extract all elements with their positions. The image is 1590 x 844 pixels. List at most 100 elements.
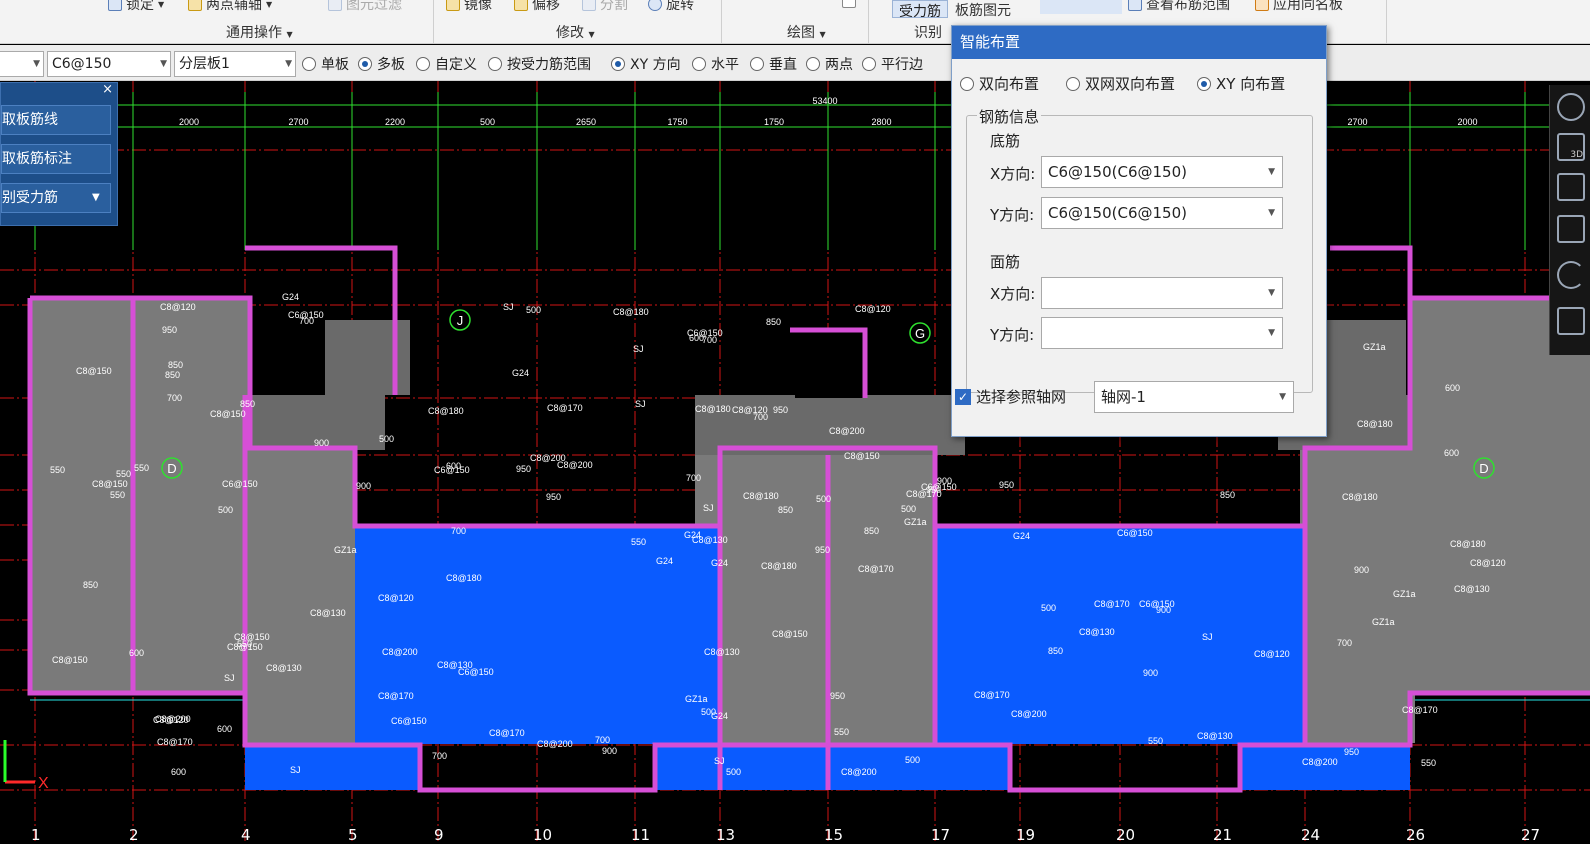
- rebar-annotation: 850: [168, 360, 183, 370]
- dimension-text: 2200: [385, 117, 405, 127]
- rebar-annotation: G24: [1013, 531, 1030, 541]
- mirror-button[interactable]: 镜像: [446, 0, 492, 14]
- rebar-annotation: C8@130: [1197, 731, 1233, 741]
- rebar-annotation: C6@150: [222, 479, 258, 489]
- rebar-annotation: SJ: [635, 399, 646, 409]
- axis-number: 13: [716, 826, 736, 844]
- property-bar: ▼ C6@150 ▼ 分层板1 ▼ 单板 多板 自定义 按受力筋范围 XY 方向 水…: [0, 45, 1590, 81]
- radio-icon: [302, 57, 316, 71]
- radio-vertical[interactable]: 垂直: [750, 54, 797, 74]
- extract-slab-rebar-line-button[interactable]: 提取板筋线: [1, 105, 111, 135]
- group-draw[interactable]: 绘图 ▼: [787, 22, 826, 42]
- ref-axis-combo[interactable]: 轴网-1 ▼: [1094, 381, 1294, 413]
- radio-multi-slab[interactable]: 多板: [358, 54, 405, 74]
- rebar-annotation: C8@170: [489, 728, 525, 738]
- bottom-y-combo[interactable]: C6@150(C6@150) ▼: [1041, 197, 1283, 229]
- ref-axis-checkbox[interactable]: ✓ 选择参照轴网: [955, 386, 1066, 407]
- apply-same-slab-button[interactable]: 应用同名板: [1255, 0, 1343, 14]
- identify-force-rebar-button[interactable]: 识别受力筋▼: [1, 183, 111, 213]
- chevron-down-icon: ▼: [1268, 288, 1275, 298]
- dimension-text: 2700: [1347, 117, 1367, 127]
- axis-number: 2: [129, 826, 139, 844]
- radio-force-range[interactable]: 按受力筋范围: [488, 54, 591, 74]
- split-button[interactable]: 分割: [582, 0, 628, 14]
- offset-button[interactable]: 偏移: [514, 0, 560, 14]
- view-rebar-range-button[interactable]: 查看布筋范围: [1128, 0, 1230, 14]
- rebar-annotation: GZ1a: [334, 545, 357, 555]
- tab-force-rebar[interactable]: 受力筋: [892, 0, 948, 20]
- bottom-x-combo[interactable]: C6@150(C6@150) ▼: [1041, 156, 1283, 188]
- cad-drawing-canvas[interactable]: 5340018002000270022005002650175017502800…: [0, 81, 1590, 841]
- group-identify[interactable]: 识别: [914, 22, 942, 42]
- dimension-text: 500: [480, 117, 495, 127]
- radio-icon: [692, 57, 706, 71]
- rebar-annotation: 850: [778, 505, 793, 515]
- rebar-annotation: SJ: [714, 756, 725, 766]
- radio-xy-direction[interactable]: XY 方向: [611, 54, 681, 74]
- view-3d-icon[interactable]: 3D: [1557, 133, 1585, 161]
- group-title: 钢筋信息: [977, 106, 1042, 127]
- axis-number: 1: [31, 826, 41, 844]
- dialog-title[interactable]: 智能布置: [952, 26, 1326, 59]
- radio-horizontal[interactable]: 水平: [692, 54, 739, 74]
- rebar-annotation: C8@130: [704, 647, 740, 657]
- rotate-icon: [648, 0, 662, 11]
- slab-right-wing: [1408, 298, 1590, 693]
- rebar-annotation: C8@180: [428, 406, 464, 416]
- top-x-combo[interactable]: ▼: [1041, 277, 1283, 309]
- rebar-annotation: 500: [526, 305, 541, 315]
- rebar-annotation: C8@180: [1357, 419, 1393, 429]
- rotate-button[interactable]: 旋转: [648, 0, 694, 14]
- dimension-text: 2000: [1457, 117, 1477, 127]
- radio-parallel-edge[interactable]: 平行边: [862, 54, 923, 74]
- view-toolbar: 3D: [1549, 85, 1590, 355]
- radio-custom[interactable]: 自定义: [416, 54, 477, 74]
- top-x-label: X方向:: [990, 285, 1036, 303]
- rebar-annotation: SJ: [224, 673, 235, 683]
- axis-number: 5: [348, 826, 358, 844]
- rotate-icon[interactable]: [1557, 261, 1585, 289]
- rebar-annotation: 500: [1041, 603, 1056, 613]
- rebar-annotation: C8@120: [160, 302, 196, 312]
- radio-bidirectional[interactable]: 双向布置: [960, 73, 1039, 94]
- rebar-annotation: C8@180: [761, 561, 797, 571]
- type-combo[interactable]: ▼: [0, 51, 44, 77]
- view-iso-icon[interactable]: [1557, 215, 1585, 243]
- chevron-down-icon: ▼: [33, 59, 40, 69]
- close-icon[interactable]: ×: [102, 82, 113, 97]
- radio-double-net-bidirectional[interactable]: 双网双向布置: [1066, 73, 1175, 94]
- radio-icon: [806, 57, 820, 71]
- layer-combo[interactable]: 分层板1 ▼: [174, 51, 296, 77]
- group-modify[interactable]: 修改 ▼: [556, 22, 595, 42]
- grid-edit-button[interactable]: 两点辅轴 ▼: [188, 0, 272, 14]
- radio-two-points[interactable]: 两点: [806, 54, 853, 74]
- tab-slab-rebar[interactable]: 板筋图元: [955, 0, 1011, 20]
- draw-rect-button[interactable]: [842, 0, 856, 8]
- view-front-icon[interactable]: [1557, 173, 1585, 201]
- radio-single-slab[interactable]: 单板: [302, 54, 349, 74]
- total-dimension: 53400: [812, 96, 837, 106]
- rebar-annotation: 950: [999, 480, 1014, 490]
- orbit-icon[interactable]: [1557, 93, 1585, 121]
- rebar-annotation: G24: [684, 530, 701, 540]
- axis-number: 15: [824, 826, 844, 844]
- rebar-annotation: C8@180: [613, 307, 649, 317]
- rebar-annotation: SJ: [633, 344, 644, 354]
- element-filter-button[interactable]: 图元过滤: [328, 0, 402, 14]
- rebar-annotation: 700: [451, 526, 466, 536]
- rebar-spec-combo[interactable]: C6@150 ▼: [47, 51, 171, 77]
- axis-number: 17: [931, 826, 951, 844]
- rebar-annotation: 500: [379, 434, 394, 444]
- rebar-annotation: C8@170: [157, 737, 193, 747]
- rebar-annotation: 500: [218, 505, 233, 515]
- extract-slab-rebar-label-button[interactable]: 提取板筋标注: [1, 144, 111, 174]
- radio-xy-layout[interactable]: XY 向布置: [1197, 73, 1285, 94]
- group-common-ops[interactable]: 通用操作 ▼: [226, 22, 293, 42]
- rebar-annotation: 550: [50, 465, 65, 475]
- rebar-annotation: C8@130: [437, 660, 473, 670]
- top-y-combo[interactable]: ▼: [1041, 317, 1283, 349]
- chevron-down-icon: ▼: [160, 59, 167, 69]
- layers-icon[interactable]: [1557, 307, 1585, 335]
- lock-button[interactable]: 锁定 ▼: [108, 0, 164, 14]
- rebar-annotation: C8@120: [1470, 558, 1506, 568]
